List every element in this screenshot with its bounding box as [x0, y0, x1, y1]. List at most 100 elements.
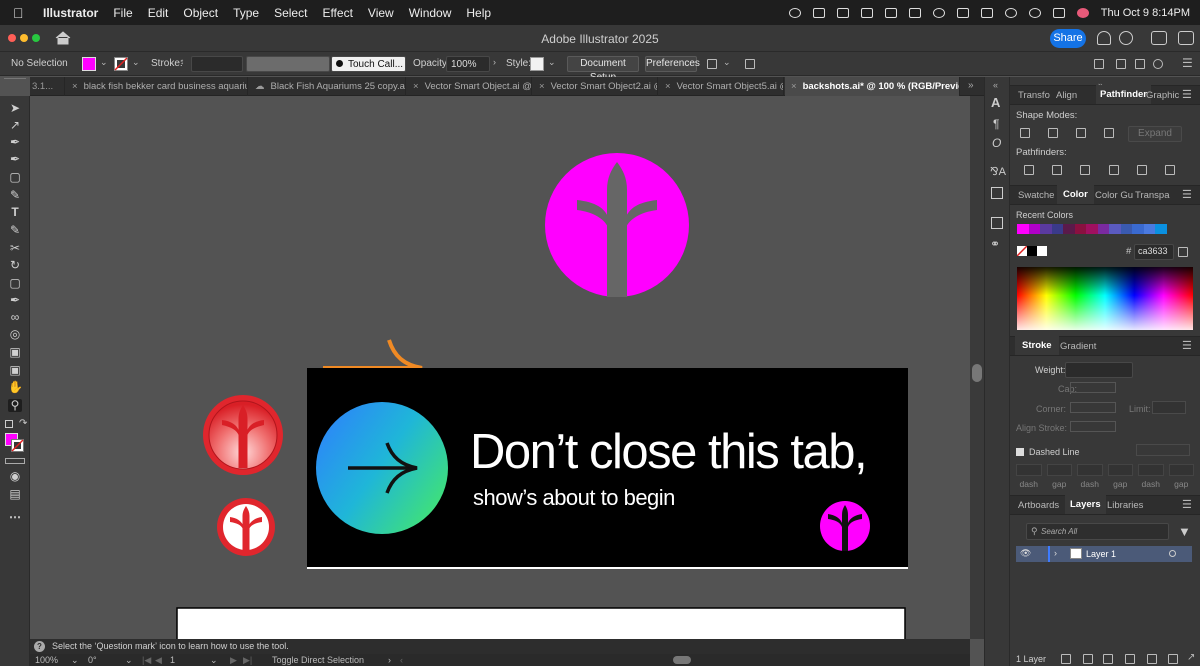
unite-icon[interactable]: [1020, 128, 1030, 138]
paragraph-icon[interactable]: ¶: [993, 117, 999, 131]
question-mark-icon[interactable]: ?: [34, 641, 45, 652]
corner-buttons[interactable]: [1070, 402, 1116, 413]
arrange-documents-icon[interactable]: [1178, 31, 1194, 45]
drawing-mode-icon[interactable]: ◉: [8, 470, 22, 483]
chevron-down-icon[interactable]: ⌄: [125, 655, 133, 666]
exclude-icon[interactable]: [1104, 128, 1114, 138]
recent-color-swatch[interactable]: [1040, 224, 1052, 234]
blend-tool-icon[interactable]: ∞: [8, 311, 22, 324]
zoom-tool-icon[interactable]: ⚲: [8, 399, 22, 412]
recent-color-swatch[interactable]: [1109, 224, 1121, 234]
zoom-level[interactable]: 100%: [35, 655, 58, 665]
apple-icon[interactable]: : [13, 5, 29, 21]
dash-align-buttons[interactable]: [1136, 444, 1190, 456]
layers-search-field[interactable]: ⚲ Search All: [1026, 523, 1169, 540]
tab-swatches[interactable]: Swatche: [1018, 190, 1054, 201]
tab-document-4[interactable]: × Vector Smart Object.ai @ ...: [407, 77, 532, 96]
layer-row[interactable]: 👁 › Layer 1: [1016, 546, 1192, 562]
expand-panel-icon[interactable]: ↗: [1187, 653, 1197, 664]
dashed-line-checkbox[interactable]: [1016, 448, 1024, 456]
chevron-down-icon[interactable]: ⌄: [548, 57, 556, 68]
bluetooth-icon[interactable]: [884, 7, 897, 18]
weight-field[interactable]: [1065, 362, 1133, 378]
variable-width-field[interactable]: [246, 56, 330, 72]
menu-help[interactable]: Help: [466, 6, 491, 20]
none-color-icon[interactable]: [1017, 246, 1027, 256]
scissors-tool-icon[interactable]: ✂: [8, 242, 22, 255]
trim-icon[interactable]: [1052, 165, 1062, 175]
divide-icon[interactable]: [1024, 165, 1034, 175]
recent-color-swatch[interactable]: [1132, 224, 1144, 234]
more-tools-icon[interactable]: ⋯: [8, 511, 22, 524]
tab-libraries[interactable]: Libraries: [1107, 500, 1143, 511]
tab-document-1[interactable]: 3.1...: [30, 77, 65, 96]
chevron-down-icon[interactable]: ⌄: [71, 655, 79, 666]
control-center-icon[interactable]: [1052, 7, 1065, 18]
curvature-tool-icon[interactable]: ✒: [8, 153, 22, 166]
chevron-down-icon[interactable]: ⌄: [100, 57, 108, 68]
user-avatar-icon[interactable]: [1076, 7, 1089, 18]
document-setup-button[interactable]: Document Setup: [567, 56, 639, 83]
creative-cloud-icon[interactable]: [788, 7, 801, 18]
panel-menu-icon[interactable]: ☰: [1182, 88, 1192, 101]
type-tool-icon[interactable]: T: [8, 206, 22, 219]
dropbox-icon[interactable]: [812, 7, 825, 18]
hand-tool-icon[interactable]: ✋: [8, 381, 23, 394]
hex-input[interactable]: ca3633: [1134, 244, 1174, 260]
chevron-down-icon[interactable]: ⌄: [132, 57, 140, 68]
tab-graphic-styles[interactable]: Graphic: [1146, 90, 1179, 101]
menu-view[interactable]: View: [368, 6, 394, 20]
more-tabs-icon[interactable]: »: [968, 80, 974, 91]
color-mode-icons[interactable]: [5, 458, 25, 464]
stroke-weight-field[interactable]: [191, 56, 243, 72]
tab-layers[interactable]: Layers: [1065, 495, 1106, 514]
minus-back-icon[interactable]: [1165, 165, 1175, 175]
intersect-icon[interactable]: [1076, 128, 1086, 138]
recent-color-swatch[interactable]: [1097, 224, 1109, 234]
workspace-icon[interactable]: [1151, 31, 1167, 45]
direct-selection-tool-icon[interactable]: ↗: [8, 119, 22, 132]
tab-document-active[interactable]: × backshots.ai* @ 100 % (RGB/Preview): [785, 77, 960, 96]
paintbrush-tool-icon[interactable]: ✎: [8, 189, 22, 202]
recent-color-swatch[interactable]: [1120, 224, 1132, 234]
graphic-style-swatch[interactable]: [530, 57, 544, 71]
close-icon[interactable]: ×: [539, 81, 545, 92]
camera-icon[interactable]: [836, 7, 849, 18]
crop-icon[interactable]: [1109, 165, 1119, 175]
new-layer-icon[interactable]: [1147, 654, 1157, 664]
glyphs-icon[interactable]: ⅋A: [990, 165, 1006, 178]
export-for-screens-icon[interactable]: [1061, 654, 1071, 664]
pathfinder-options-icon[interactable]: [1153, 59, 1163, 69]
wifi-icon[interactable]: [1004, 7, 1017, 18]
symbol-sprayer-tool-icon[interactable]: ◎: [8, 328, 22, 341]
layer-name[interactable]: Layer 1: [1086, 549, 1116, 559]
panel-menu-icon[interactable]: ☰: [1182, 57, 1193, 69]
limit-field[interactable]: [1152, 401, 1186, 414]
next-artboard-icon[interactable]: ▶: [230, 655, 237, 666]
export-asset-icon[interactable]: [991, 217, 1003, 229]
magenta-arrow-logo[interactable]: [545, 153, 689, 297]
minus-front-icon[interactable]: [1048, 128, 1058, 138]
dash-gap-fields[interactable]: [1016, 464, 1194, 476]
share-button[interactable]: Share: [1050, 29, 1086, 48]
align-options-icon[interactable]: [707, 59, 717, 69]
menu-select[interactable]: Select: [274, 6, 307, 20]
isolate-icon[interactable]: [1135, 59, 1145, 69]
black-color-swatch[interactable]: [1027, 246, 1037, 256]
tab-artboards[interactable]: Artboards: [1018, 500, 1059, 511]
recent-color-swatch[interactable]: [1028, 224, 1040, 234]
search-icon[interactable]: [1028, 7, 1041, 18]
tab-transform[interactable]: Transfo: [1018, 90, 1050, 101]
tab-document-5[interactable]: × Vector Smart Object2.ai @...: [533, 77, 658, 96]
recent-color-swatch[interactable]: [1017, 224, 1029, 234]
screen-mirror-icon[interactable]: [908, 7, 921, 18]
visibility-eye-icon[interactable]: 👁: [1020, 548, 1031, 559]
tab-color[interactable]: Color: [1057, 185, 1094, 204]
chevron-down-icon[interactable]: ⌄: [723, 57, 731, 68]
panel-menu-icon[interactable]: ☰: [1182, 339, 1192, 352]
close-icon[interactable]: ×: [72, 81, 78, 92]
menu-type[interactable]: Type: [233, 6, 259, 20]
tab-pathfinder[interactable]: Pathfinder: [1096, 85, 1151, 104]
default-colors-icon[interactable]: [5, 420, 13, 428]
libraries-icon[interactable]: [991, 187, 1003, 199]
